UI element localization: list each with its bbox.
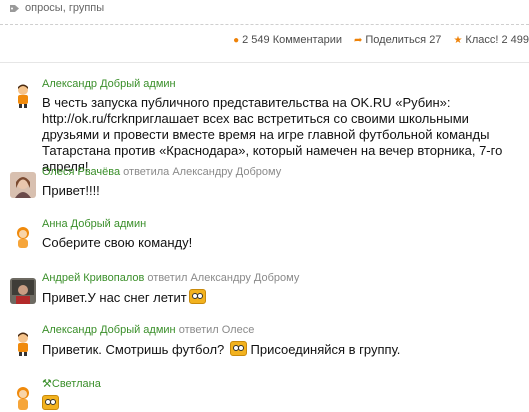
smiley-icon: [42, 395, 59, 410]
avatar-ok-mascot[interactable]: [10, 384, 36, 410]
smiley-icon: [188, 289, 206, 304]
share-icon: ➦: [354, 34, 363, 46]
dashed-divider: [0, 24, 529, 25]
comment-author[interactable]: Светлана: [52, 378, 101, 390]
comment-author[interactable]: Андрей Кривопалов: [42, 272, 144, 284]
tags-label[interactable]: опросы, группы: [25, 2, 104, 14]
comment-author[interactable]: Олеся Рвачёва: [42, 166, 120, 178]
comment-author[interactable]: Александр Добрый админ: [42, 78, 176, 90]
tag-icon: [10, 4, 19, 12]
share-count: Поделиться 27: [365, 34, 442, 46]
share-button[interactable]: ➦ Поделиться 27: [354, 34, 441, 46]
avatar-ok-mascot[interactable]: [10, 224, 36, 250]
avatar-photo[interactable]: [10, 172, 36, 198]
comment-text: Приветик. Смотришь футбол?: [42, 342, 225, 357]
avatar-ok-mascot[interactable]: [10, 82, 36, 108]
stats-divider: [0, 62, 529, 63]
reply-target[interactable]: ответил Олесе: [179, 324, 255, 336]
moderator-icon: ⚒: [42, 378, 52, 390]
reply-target[interactable]: ответил Александру Доброму: [147, 272, 299, 284]
comment-author[interactable]: Анна Добрый админ: [42, 218, 146, 230]
avatar-photo[interactable]: [10, 278, 36, 304]
like-icon: ★: [453, 34, 463, 46]
comment-text: В честь запуска публичного представитель…: [42, 95, 503, 174]
comment-author[interactable]: Александр Добрый админ: [42, 324, 176, 336]
tags-row: опросы, группы: [9, 2, 104, 14]
avatar-ok-mascot[interactable]: [10, 330, 36, 356]
comment-text: Соберите свою команду!: [42, 235, 193, 250]
like-button[interactable]: ★ Класс! 2 499: [453, 34, 529, 46]
reply-target[interactable]: ответила Александру Доброму: [123, 166, 281, 178]
like-count: Класс! 2 499: [465, 34, 529, 46]
comment-icon: ●: [233, 34, 240, 46]
comments-button[interactable]: ● 2 549 Комментарии: [233, 34, 342, 46]
smiley-icon: [229, 341, 247, 356]
comment-text: Присоединяйся в группу.: [250, 342, 401, 357]
comment-text: Привет!!!!: [42, 183, 100, 198]
post-stats: ● 2 549 Комментарии ➦ Поделиться 27 ★ Кл…: [233, 34, 529, 46]
comment-text: Привет.У нас снег летит: [42, 290, 187, 305]
comments-count: 2 549 Комментарии: [242, 34, 342, 46]
